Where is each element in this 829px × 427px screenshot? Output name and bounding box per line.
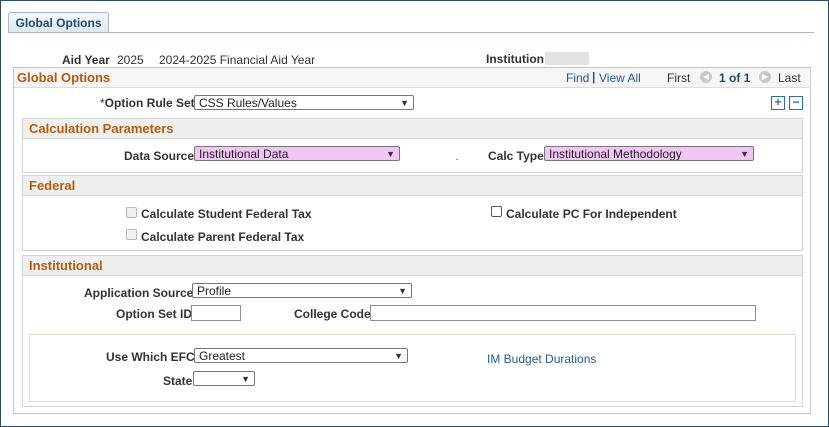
data-source-select[interactable]: Institutional Data ▼ [194,146,400,161]
college-code-input[interactable] [370,305,756,321]
efc-options-box [29,334,796,402]
calc-parent-federal-tax-label: Calculate Parent Federal Tax [141,230,305,244]
option-rule-set-select[interactable]: CSS Rules/Values ▼ [194,95,414,110]
calc-pc-independent-label: Calculate PC For Independent [506,207,677,221]
calc-type-label: Calc Type [488,149,544,163]
calculation-parameters-title: Calculation Parameters [29,121,174,136]
tab-divider [8,32,814,33]
application-source-select[interactable]: Profile ▼ [192,283,412,298]
chevron-down-icon: ▼ [394,351,403,361]
calculation-parameters-header: Calculation Parameters [23,119,802,139]
calc-student-federal-tax-label: Calculate Student Federal Tax [141,207,312,221]
option-rule-set-label: *Option Rule Set [100,96,195,110]
data-source-value: Institutional Data [199,147,289,161]
state-select[interactable]: ▼ [193,371,255,386]
data-source-label: Data Source [124,149,195,163]
option-rule-set-value: CSS Rules/Values [199,96,297,110]
delete-row-button[interactable]: − [789,96,803,110]
chevron-down-icon: ▼ [398,286,407,296]
institution-label: Institution [486,52,544,66]
option-rule-set-text: Option Rule Set [104,96,195,110]
calc-type-select[interactable]: Institutional Methodology ▼ [544,146,754,161]
institutional-title: Institutional [29,258,103,273]
last-label: Last [778,71,801,85]
chevron-down-icon: ▼ [400,98,409,108]
application-source-label: Application Source [84,286,194,300]
page-indicator: 1 of 1 [719,71,751,85]
option-set-id-input[interactable] [191,305,241,321]
chevron-down-icon: ▼ [740,149,749,159]
option-set-id-label: Option Set ID [116,307,192,321]
aid-year-label: Aid Year [62,53,110,67]
im-budget-durations-link[interactable]: IM Budget Durations [487,352,596,366]
use-which-efc-select[interactable]: Greatest ▼ [194,348,408,363]
previous-icon[interactable]: ◀ [700,71,712,83]
next-icon[interactable]: ▶ [759,71,771,83]
college-code-label: College Code [294,307,371,321]
view-all-link[interactable]: View All [599,71,641,85]
aid-year-description: 2024-2025 Financial Aid Year [159,53,316,67]
institution-value [545,52,589,65]
aid-year-value: 2025 [117,53,144,67]
use-which-efc-label: Use Which EFC [106,350,195,364]
chevron-down-icon: ▼ [241,374,250,384]
federal-title: Federal [29,178,76,193]
calc-student-federal-tax-checkbox[interactable] [126,207,137,218]
application-source-value: Profile [197,284,232,298]
state-label: State [163,374,193,388]
calc-pc-independent-checkbox[interactable] [491,206,502,217]
find-link[interactable]: Find [566,71,589,85]
first-label: First [667,71,691,85]
panel-title: Global Options [17,70,111,85]
calc-parent-federal-tax-checkbox[interactable] [126,229,137,240]
use-which-efc-value: Greatest [199,349,246,363]
federal-section: Federal [22,175,803,251]
chevron-down-icon: ▼ [386,149,395,159]
add-row-button[interactable]: + [771,96,785,110]
tab-global-options[interactable]: Global Options [8,12,109,33]
separator-dot [456,159,458,160]
federal-header: Federal [23,176,802,196]
link-separator: | [592,70,596,84]
institutional-header: Institutional [23,256,802,276]
calc-type-value: Institutional Methodology [549,147,682,161]
